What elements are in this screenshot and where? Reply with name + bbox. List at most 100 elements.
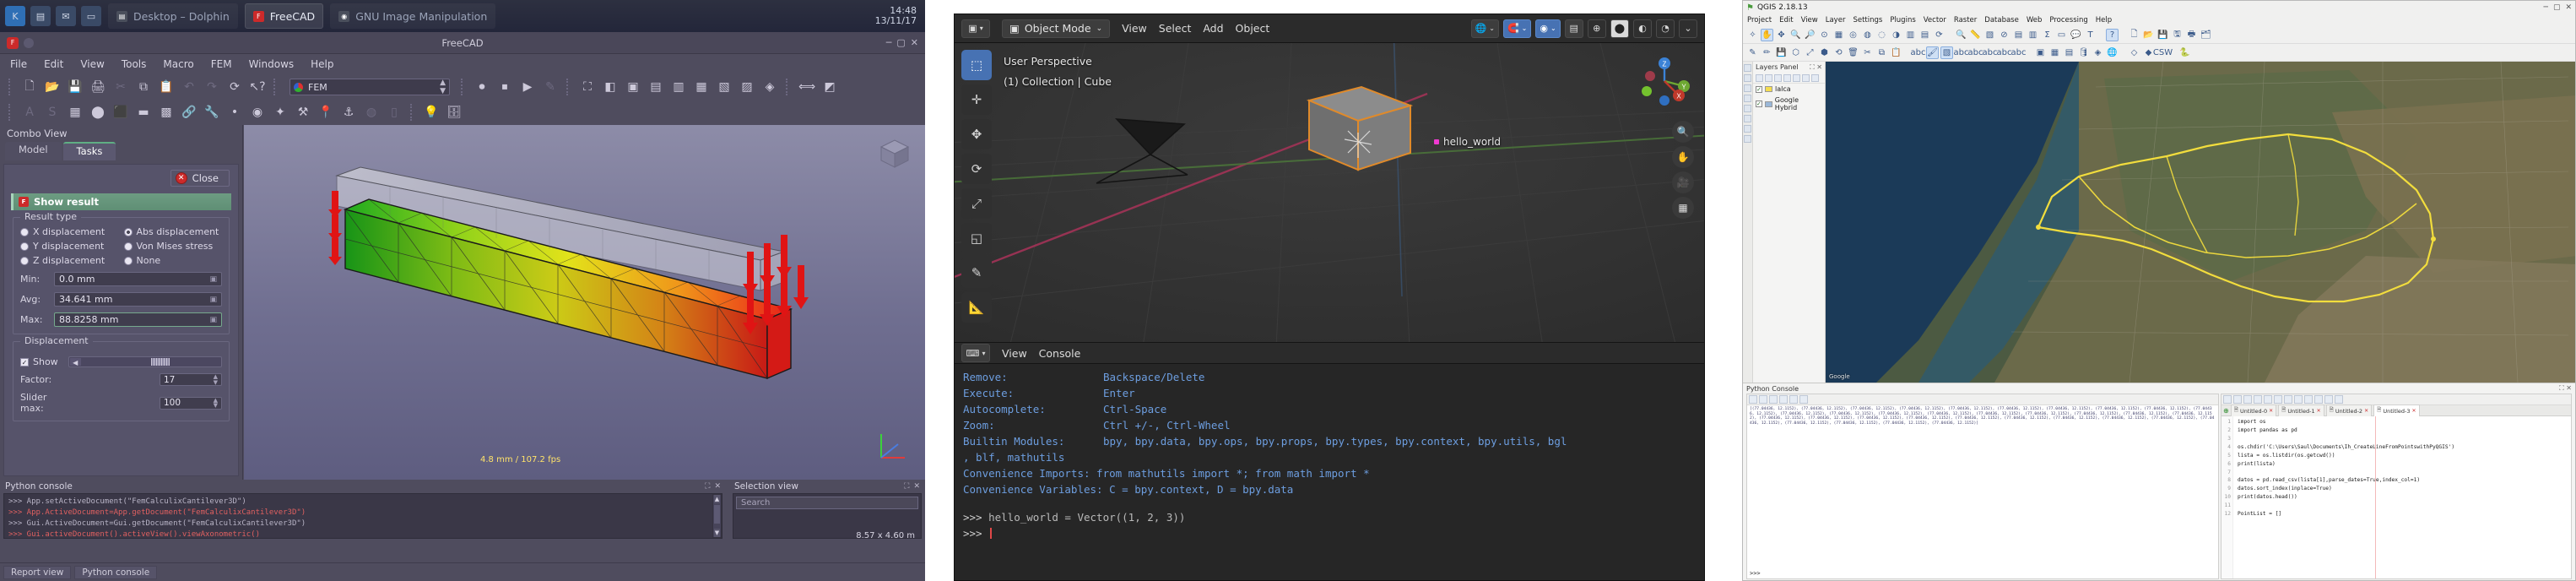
post-pipeline-icon[interactable]: ◍ [361, 102, 382, 122]
radio-x-displacement[interactable]: X displacement [20, 226, 119, 237]
snapping-magnet-icon[interactable]: 🧲 ⌄ [1502, 19, 1532, 38]
zoom-last-icon[interactable]: ◌ [1875, 29, 1888, 41]
menu-edit[interactable]: Edit [1779, 16, 1793, 24]
editor-type-icon[interactable]: ⌨ ▾ [961, 344, 990, 362]
status-tab-report-view[interactable]: Report view [3, 565, 72, 579]
cut-icon[interactable]: ✂ [111, 77, 131, 97]
sphere-icon[interactable]: ⬤ [88, 102, 108, 122]
redo-icon[interactable]: ↷ [202, 77, 222, 97]
layer-visibility-checkbox[interactable]: ✓ [1756, 85, 1762, 93]
tab-close-icon[interactable]: ✕ [2412, 408, 2416, 414]
measure-icon[interactable]: ⟺ [797, 77, 817, 97]
transform-tool-icon[interactable]: ◱ [961, 223, 992, 253]
current-edits-icon[interactable]: ✎ [1746, 46, 1759, 59]
open-data-source-manager-icon[interactable] [1744, 64, 1751, 72]
menu-tools[interactable]: Tools [122, 58, 147, 70]
clipping-icon[interactable]: ◩ [820, 77, 840, 97]
slider-handle[interactable] [151, 358, 170, 366]
menu-processing[interactable]: Processing [2049, 16, 2087, 24]
shading-wireframe-icon[interactable]: ⊕ [1587, 19, 1606, 38]
scrollbar-thumb[interactable] [714, 505, 720, 524]
spinner-arrows-icon[interactable]: ▲ ▼ [214, 374, 218, 385]
collapse-all-icon[interactable] [1802, 73, 1810, 82]
new-bookmark-icon[interactable]: ▥ [1904, 29, 1917, 41]
view-front-icon[interactable]: ▣ [623, 77, 643, 97]
tab-tasks[interactable]: Tasks [62, 142, 116, 160]
show-gizmo-icon[interactable]: ▤ [1564, 19, 1583, 38]
camera-view-icon[interactable]: 🎥 [1672, 171, 1694, 193]
pan-hand-icon[interactable]: ✋ [1672, 146, 1694, 168]
blender-python-console[interactable]: Remove: Backspace/Delete Execute: Enter … [955, 364, 1704, 580]
shading-material-icon[interactable]: ◐ [1633, 19, 1652, 38]
code-area[interactable]: 1 2 3 4 5 6 7 8 9 10 11 12 import os imp… [2222, 416, 2571, 578]
add-delimited-text-icon[interactable] [1744, 105, 1751, 112]
save-project-icon[interactable]: 💾 [2157, 29, 2169, 41]
measure-line-icon[interactable]: 📏 [1969, 29, 1982, 41]
move-label-icon[interactable]: abc [1997, 46, 2012, 59]
view-right-icon[interactable]: ▥ [668, 77, 689, 97]
menu-edit[interactable]: Edit [44, 58, 63, 70]
import-class-icon[interactable] [1759, 395, 1767, 404]
radio-von-mises-stress[interactable]: Von Mises stress [123, 241, 223, 252]
menu-view[interactable]: View [80, 58, 104, 70]
measure-area-icon[interactable]: ▭ [2055, 29, 2068, 41]
close-button[interactable]: ✕ Close [170, 170, 230, 187]
editor-tab-untitled-1[interactable]: 🗎 Untitled-1 ✕ [2278, 405, 2324, 416]
copy-icon[interactable]: ⧉ [133, 77, 154, 97]
whats-this-icon[interactable]: ↖? [247, 77, 268, 97]
macro-record-icon[interactable]: ⏺ [472, 77, 492, 97]
lamp-icon[interactable]: 💡 [421, 102, 441, 122]
save-as-icon[interactable] [2254, 395, 2262, 404]
status-tab-python-console[interactable]: Python console [74, 565, 158, 579]
filter-legend-icon[interactable] [1783, 73, 1791, 82]
layer-item-lalca[interactable]: ✓ lalca [1753, 84, 1825, 95]
paste-icon[interactable] [2304, 395, 2313, 404]
editor-tab-untitled-0[interactable]: 🗎 Untitled-0 ✕ [2230, 405, 2277, 416]
shading-rendered-icon[interactable]: ◔ [1656, 19, 1675, 38]
open-attribute-table-icon[interactable]: ▤ [2012, 29, 2025, 41]
float-icon[interactable]: ⛶ [1810, 63, 1815, 71]
close-icon[interactable]: ✕ [2566, 384, 2572, 392]
factor-input[interactable]: 17 ▲ ▼ [160, 373, 222, 386]
add-spatialite-layer-icon[interactable]: ◈ [2092, 46, 2104, 59]
editor-tab-untitled-2[interactable]: 🗎 Untitled-2 ✕ [2325, 405, 2373, 416]
menu-view[interactable]: View [1801, 16, 1818, 24]
displacement-slider[interactable]: ◀ [68, 356, 222, 367]
maximize-icon[interactable]: ▢ [2553, 3, 2561, 12]
view-top-icon[interactable]: ▤ [646, 77, 666, 97]
text-icon[interactable]: A [19, 102, 40, 122]
toolbar-grip[interactable] [461, 79, 466, 95]
copy-features-icon[interactable]: ⧉ [1875, 46, 1888, 59]
scale-tool-icon[interactable]: ⤢ [961, 188, 992, 219]
mail-icon[interactable]: ✉ [56, 6, 76, 26]
select-features-icon[interactable]: ▧ [1983, 29, 1996, 41]
open-layer-styling-icon[interactable] [1756, 73, 1763, 82]
object-inspector-icon[interactable] [2335, 395, 2343, 404]
menu-view[interactable]: View [1002, 347, 1027, 360]
copy-icon[interactable]: ▣ [209, 316, 217, 324]
menu-help[interactable]: Help [311, 58, 333, 70]
toolbar-grip[interactable] [273, 79, 279, 95]
zoom-icon[interactable]: 🔍 [1672, 121, 1694, 143]
menu-vector[interactable]: Vector [1924, 16, 1946, 24]
rotate-feature-icon[interactable]: ⟲ [1832, 46, 1845, 59]
menu-raster[interactable]: Raster [1954, 16, 1977, 24]
menu-plugins[interactable]: Plugins [1890, 16, 1915, 24]
move-feature-icon[interactable]: ⤢ [1804, 46, 1816, 59]
radio-z-displacement[interactable]: Z displacement [20, 255, 119, 266]
transform-orientation-icon[interactable]: 🌐 ⌄ [1470, 19, 1499, 38]
add-vector-layer-icon[interactable]: ▣ [2034, 46, 2047, 59]
rotate-label-icon[interactable]: abc [2011, 46, 2027, 59]
constraint-pressure-icon[interactable]: • [225, 102, 245, 122]
blender-3d-viewport[interactable]: ⬚ ✛ ✥ ⟳ ⤢ ◱ ✎ 📐 User Perspective (1) Col… [955, 43, 1704, 342]
open-project-icon[interactable]: 📂 [2142, 29, 2155, 41]
float-icon[interactable]: ⛶ [904, 482, 909, 491]
box-icon[interactable]: ▦ [65, 102, 85, 122]
map-tips-icon[interactable]: 💬 [2070, 29, 2082, 41]
cursor-tool-icon[interactable]: ✛ [961, 84, 992, 115]
selection-search-input[interactable]: Search [736, 497, 918, 509]
result-show-icon[interactable]: 📍 [316, 102, 336, 122]
tab-close-icon[interactable]: ✕ [2364, 408, 2368, 414]
new-print-composer-icon[interactable]: 🖶 [2185, 29, 2198, 41]
view-left-icon[interactable]: ▨ [737, 77, 757, 97]
